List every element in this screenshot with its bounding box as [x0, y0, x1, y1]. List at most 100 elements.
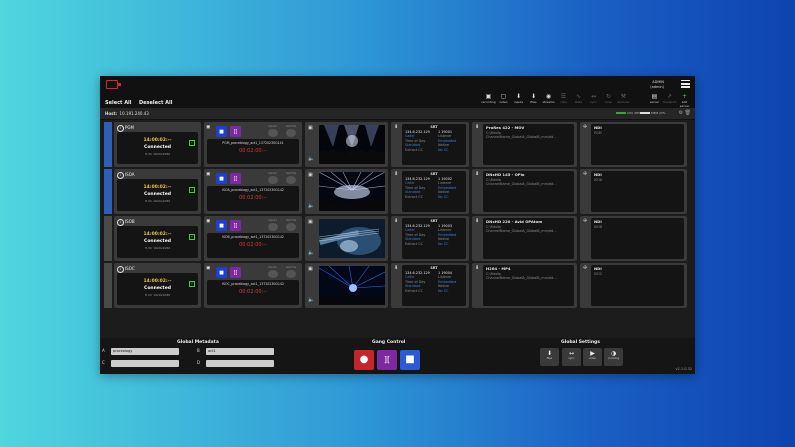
toolbar-inputs-button[interactable]: ⬇ inputs [511, 93, 526, 108]
toolbar-clips-button[interactable]: ☰ clips [556, 93, 571, 108]
srt-panel: SRT 134.6.232.129 1 19003 Caller Listene… [402, 218, 466, 259]
gang-record-button[interactable]: ● [354, 350, 374, 370]
marker-button[interactable]: ][ [230, 220, 241, 231]
srt-download-icon[interactable]: ⬇ [394, 218, 398, 224]
srt-extract-cc[interactable]: Extract CC [405, 289, 423, 293]
stop-button[interactable]: ■ [216, 220, 227, 231]
toolbar-loop-button[interactable]: ↻ loop [601, 93, 616, 108]
toolbar-transport-button[interactable]: ↗ transport [662, 93, 677, 108]
upload-icon[interactable] [268, 129, 278, 137]
volume-icon[interactable]: 🔈 [308, 297, 314, 303]
server-icon: ▤ [651, 93, 658, 100]
meta-d-field[interactable] [206, 360, 274, 367]
menu-icon[interactable] [681, 80, 690, 88]
stop-button[interactable]: ■ [216, 173, 227, 184]
info-icon[interactable]: i [117, 125, 124, 132]
codec-download-icon[interactable]: ⬇ [475, 171, 479, 177]
marker-button[interactable]: ][ [230, 267, 241, 278]
meta-c-label: C [102, 360, 105, 365]
select-all-button[interactable]: Select All [105, 100, 132, 106]
codec-download-icon[interactable]: ⬇ [475, 218, 479, 224]
user-info[interactable]: ADMIN (admin) [650, 80, 664, 89]
gang-stop-button[interactable]: ■ [400, 350, 420, 370]
upload-icon[interactable] [268, 270, 278, 278]
marker-button[interactable]: ][ [230, 126, 241, 137]
toolbar-label: sync [590, 100, 597, 104]
add-icon: + [681, 93, 688, 100]
preview-icon[interactable]: ▣ [308, 266, 313, 272]
channel-select-stripe[interactable] [104, 216, 112, 261]
global-sync-button[interactable]: ↔ sync [562, 348, 581, 366]
global-files-button[interactable]: ⬇ files [540, 348, 559, 366]
channel-select-stripe[interactable] [104, 169, 112, 214]
preview-card: ▣ 🔈 [305, 263, 388, 308]
srt-extract-cc[interactable]: Extract CC [405, 195, 423, 199]
channel-select-stripe[interactable] [104, 263, 112, 308]
deselect-all-button[interactable]: Deselect All [139, 100, 172, 106]
split-file-icon[interactable] [286, 176, 296, 184]
preview-icon[interactable]: ▣ [308, 219, 313, 225]
preview-icon[interactable]: ▣ [308, 125, 313, 131]
volume-icon[interactable]: 🔈 [308, 250, 314, 256]
srt-no-cc[interactable]: No CC [438, 289, 448, 293]
split-file-icon[interactable] [286, 223, 296, 231]
meta-a-field[interactable]: proceology [111, 348, 179, 355]
codec-download-icon[interactable]: ⬇ [475, 265, 479, 271]
codec-name: DNxHD 220 - Avid OPAtom [486, 219, 543, 224]
info-icon[interactable]: i [117, 266, 124, 273]
stop-button[interactable]: ■ [216, 267, 227, 278]
upload-icon[interactable] [268, 176, 278, 184]
toolbar-recording-button[interactable]: ▣ recording [481, 93, 496, 108]
codec-download-icon[interactable]: ⬇ [475, 124, 479, 130]
ndi-broadcast-icon[interactable]: ✢ [583, 124, 587, 130]
logo-icon [106, 80, 121, 89]
app-window: Select All Deselect All ADMIN (admin) ▣ r… [100, 76, 695, 374]
split-file-icon[interactable] [286, 129, 296, 137]
toolbar-stats-button[interactable]: ∿ stats [571, 93, 586, 108]
srt-no-cc[interactable]: No CC [438, 195, 448, 199]
stop-button[interactable]: ■ [216, 126, 227, 137]
toolbar-files-button[interactable]: ⬇ files [526, 93, 541, 108]
channel-select-stripe[interactable] [104, 122, 112, 167]
volume-icon[interactable]: 🔈 [308, 156, 314, 162]
record-folder-icon[interactable]: ▣ [206, 266, 210, 271]
preview-card: ▣ 🔈 [305, 169, 388, 214]
record-folder-icon[interactable]: ▣ [206, 125, 210, 130]
meta-c-field[interactable] [111, 360, 179, 367]
toolbar-sync-button[interactable]: ↔ sync [586, 93, 601, 108]
settings-icon[interactable]: ⚙ [679, 110, 683, 116]
marker-button[interactable]: ][ [230, 173, 241, 184]
srt-download-icon[interactable]: ⬇ [394, 265, 398, 271]
global-clocking-button[interactable]: ◑ clocking [604, 348, 623, 366]
ndi-broadcast-icon[interactable]: ✢ [583, 265, 587, 271]
toolbar-add-server-button[interactable]: + add server [677, 93, 692, 108]
srt-no-cc[interactable]: No CC [438, 148, 448, 152]
gang-marker-button[interactable]: ][ [377, 350, 397, 370]
global-video-button[interactable]: ▶ video [583, 348, 602, 366]
connection-status: Connected [144, 192, 171, 197]
ndi-broadcast-icon[interactable]: ✢ [583, 171, 587, 177]
info-icon[interactable]: i [117, 172, 124, 179]
ndi-broadcast-icon[interactable]: ✢ [583, 218, 587, 224]
record-info-panel: ISOB_proceblogy_act1_13720230G142 00:02:… [207, 233, 299, 258]
srt-extract-cc[interactable]: Extract CC [405, 148, 423, 152]
meta-b-field[interactable]: act1 [206, 348, 274, 355]
toolbar-video-button[interactable]: ▢ video [496, 93, 511, 108]
upload-icon[interactable] [268, 223, 278, 231]
srt-extract-cc[interactable]: Extract CC [405, 242, 423, 246]
toolbar-spanner-button[interactable]: ⚒ Spanner [616, 93, 631, 108]
codec-panel: ProRes 422 - MOV C:\Media ChannelName_Gl… [483, 124, 574, 165]
srt-no-cc[interactable]: No CC [438, 242, 448, 246]
volume-icon[interactable]: 🔈 [308, 203, 314, 209]
split-file-label: Split file [286, 219, 297, 222]
preview-icon[interactable]: ▣ [308, 172, 313, 178]
srt-download-icon[interactable]: ⬇ [394, 171, 398, 177]
toolbar-streams-button[interactable]: ◉ streams [541, 93, 556, 108]
info-icon[interactable]: i [117, 219, 124, 226]
record-folder-icon[interactable]: ▣ [206, 172, 210, 177]
srt-download-icon[interactable]: ⬇ [394, 124, 398, 130]
split-file-icon[interactable] [286, 270, 296, 278]
toolbar-server-button[interactable]: ▤ server [647, 93, 662, 108]
record-folder-icon[interactable]: ▣ [206, 219, 210, 224]
trash-icon[interactable]: 🗑 [685, 110, 691, 116]
